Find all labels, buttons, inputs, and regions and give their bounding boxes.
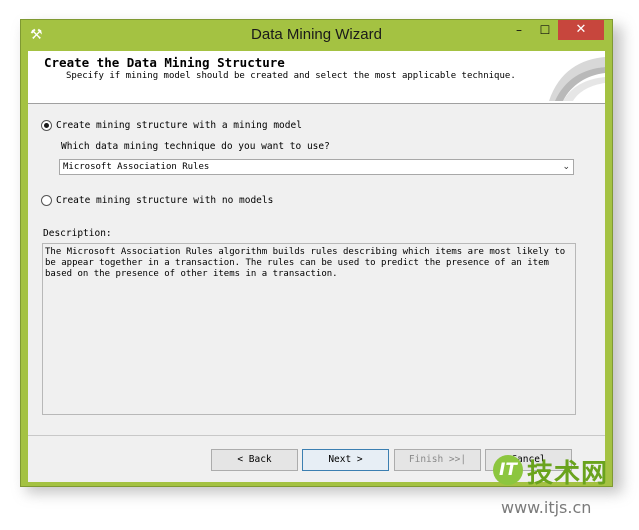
technique-question: Which data mining technique do you want … <box>61 141 330 152</box>
description-label: Description: <box>43 228 112 239</box>
wizard-window: ⚒ Data Mining Wizard – ☐ ✕ Create the Da… <box>20 19 613 487</box>
title-bar[interactable]: ⚒ Data Mining Wizard – ☐ ✕ <box>21 20 612 50</box>
watermark-logo: IT <box>493 455 523 485</box>
watermark-url: www.itjs.cn <box>501 498 592 517</box>
chevron-down-icon[interactable]: ⌄ <box>562 160 570 174</box>
radio-no-models[interactable]: Create mining structure with no models <box>41 195 273 206</box>
next-button[interactable]: Next > <box>302 449 389 471</box>
radio-with-model-label: Create mining structure with a mining mo… <box>56 120 302 131</box>
finish-button[interactable]: Finish >>| <box>394 449 481 471</box>
technique-select-value: Microsoft Association Rules <box>63 162 210 172</box>
wizard-client-area: Create the Data Mining Structure Specify… <box>28 51 605 482</box>
technique-select[interactable]: Microsoft Association Rules ⌄ <box>59 159 574 175</box>
maximize-button[interactable]: ☐ <box>532 20 558 40</box>
minimize-button[interactable]: – <box>506 20 532 40</box>
radio-checked-icon[interactable] <box>41 120 52 131</box>
close-button[interactable]: ✕ <box>558 20 604 40</box>
radio-unchecked-icon[interactable] <box>41 195 52 206</box>
wizard-content: Create mining structure with a mining mo… <box>28 104 605 434</box>
wizard-header: Create the Data Mining Structure Specify… <box>28 51 605 104</box>
back-button[interactable]: < Back <box>211 449 298 471</box>
site-watermark: IT 技术网 www.itjs.cn <box>493 448 633 526</box>
radio-no-models-label: Create mining structure with no models <box>56 195 274 206</box>
page-title: Create the Data Mining Structure <box>44 55 285 70</box>
radio-with-model[interactable]: Create mining structure with a mining mo… <box>41 120 302 131</box>
description-text: The Microsoft Association Rules algorith… <box>42 243 576 415</box>
wizard-banner-icon <box>549 57 605 101</box>
page-subtitle: Specify if mining model should be create… <box>66 71 516 81</box>
watermark-brand: 技术网 <box>527 459 609 489</box>
